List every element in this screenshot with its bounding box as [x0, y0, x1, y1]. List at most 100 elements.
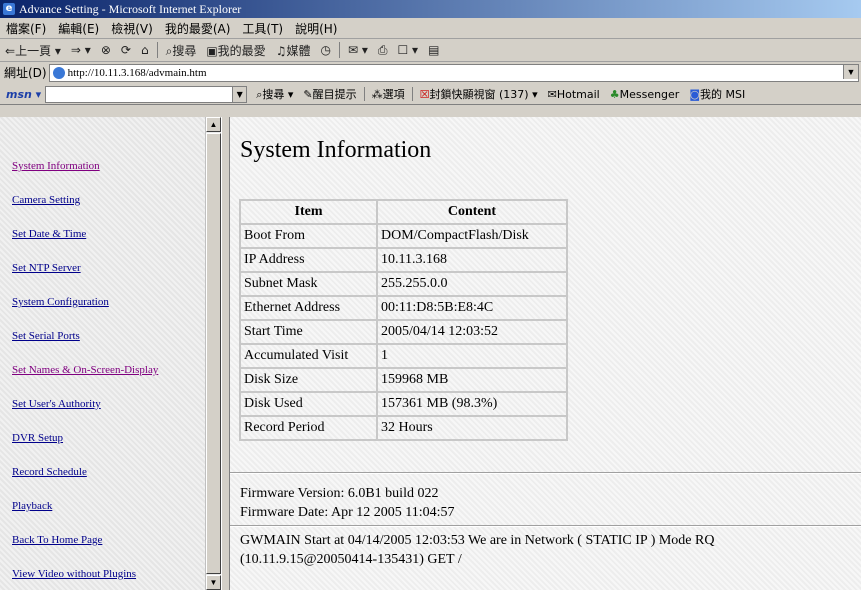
msn-toolbar: msn ▾ ▼ ⌕搜尋 ▾ ✎醒目提示 ⁂選項 ☒封鎖快顯視窗 (137) ▾ …	[0, 84, 861, 105]
content-cell: 159968 MB	[377, 368, 567, 392]
media-label: 媒體	[286, 43, 311, 58]
table-header-row: Item Content	[240, 200, 567, 224]
firmware-version: Firmware Version: 6.0B1 build 022	[240, 486, 439, 501]
system-info-table: Item Content Boot From DOM/CompactFlash/D…	[239, 199, 568, 441]
refresh-button[interactable]: ⟳	[116, 43, 136, 57]
discuss-button[interactable]: ▤	[423, 43, 444, 57]
messenger-button[interactable]: ♣Messenger	[605, 88, 685, 101]
scroll-up-button[interactable]: ▲	[206, 117, 221, 132]
msn-search-button[interactable]: ⌕搜尋 ▾	[251, 86, 298, 102]
nav-set-names-osd[interactable]: Set Names & On-Screen-Display	[12, 364, 158, 376]
content-cell: 255.255.0.0	[377, 272, 567, 296]
table-row: Record Period 32 Hours	[240, 416, 567, 440]
content-cell: DOM/CompactFlash/Disk	[377, 224, 567, 248]
toolbar-separator	[338, 42, 340, 58]
log-line: GWMAIN Start at 04/14/2005 12:03:53 We a…	[240, 533, 715, 548]
hotmail-button[interactable]: ✉Hotmail	[543, 88, 605, 101]
buddy-icon: ♣	[609, 87, 620, 101]
triangle-up-icon: ▲	[209, 120, 218, 129]
table-row: Accumulated Visit 1	[240, 344, 567, 368]
table-row: Disk Used 157361 MB (98.3%)	[240, 392, 567, 416]
menu-help[interactable]: 說明(H)	[289, 20, 343, 37]
window-title: Advance Setting - Microsoft Internet Exp…	[19, 1, 242, 16]
content-frame: System Information Item Content Boot Fro…	[230, 117, 861, 590]
edit-icon: ☐	[397, 43, 409, 57]
content-cell: 10.11.3.168	[377, 248, 567, 272]
highlighter-icon: ✎	[303, 88, 313, 101]
msn-search-dropdown[interactable]: ▼	[232, 86, 247, 102]
nav-set-user-authority[interactable]: Set User's Authority	[12, 398, 101, 410]
popup-blocker-button[interactable]: ☒封鎖快顯視窗 (137) ▾	[415, 86, 543, 102]
content-cell: 32 Hours	[377, 416, 567, 440]
history-button[interactable]: ◷	[315, 43, 335, 57]
nav-set-ntp-server[interactable]: Set NTP Server	[12, 262, 81, 274]
content-cell: 2005/04/14 12:03:52	[377, 320, 567, 344]
back-button[interactable]: ⇐上一頁 ▾	[0, 42, 66, 59]
triangle-down-icon: ▼	[209, 578, 218, 587]
menu-view[interactable]: 檢視(V)	[105, 20, 159, 37]
nav-set-date-time[interactable]: Set Date & Time	[12, 228, 86, 240]
nav-camera-setting[interactable]: Camera Setting	[12, 194, 80, 206]
msn-separator	[411, 87, 413, 101]
nav-scrollbar[interactable]: ▲ ▼	[205, 117, 222, 590]
content-cell: 157361 MB (98.3%)	[377, 392, 567, 416]
msn-options-button[interactable]: ⁂選項	[367, 86, 410, 102]
msn-search-input[interactable]: ▼	[45, 85, 248, 103]
nav-view-video-without-plugins[interactable]: View Video without Plugins	[12, 568, 136, 580]
table-row: Ethernet Address 00:11:D8:5B:E8:4C	[240, 296, 567, 320]
scroll-down-button[interactable]: ▼	[206, 575, 221, 590]
search-label: 搜尋	[172, 43, 197, 58]
mail-button[interactable]: ✉ ▾	[343, 43, 373, 57]
log-line: (10.11.9.15@20050414-135431) GET /	[240, 552, 462, 567]
back-label: 上一頁	[15, 43, 52, 58]
favorites-icon: ▣	[206, 43, 218, 58]
menu-tools[interactable]: 工具(T)	[236, 20, 289, 37]
nav-playback[interactable]: Playback	[12, 500, 52, 512]
scroll-thumb[interactable]	[206, 133, 221, 574]
divider	[230, 525, 861, 527]
menu-edit[interactable]: 編輯(E)	[52, 20, 105, 37]
mail-icon: ✉	[347, 43, 359, 57]
column-header-item: Item	[240, 200, 377, 224]
favorites-button[interactable]: ▣我的最愛	[201, 42, 270, 59]
forward-arrow-icon: ⇒	[70, 43, 81, 57]
forward-button[interactable]: ⇒ ▾	[66, 43, 96, 57]
menu-bar: 檔案(F) 編輯(E) 檢視(V) 我的最愛(A) 工具(T) 說明(H)	[0, 18, 861, 39]
search-button[interactable]: ⌕搜尋	[161, 42, 202, 59]
my-msn-button[interactable]: ◙我的 MSI	[684, 86, 750, 102]
print-button[interactable]: ⎙	[373, 43, 393, 58]
msn-highlight-button[interactable]: ✎醒目提示	[298, 86, 361, 102]
address-dropdown-button[interactable]: ▼	[843, 64, 858, 79]
firmware-date: Firmware Date: Apr 12 2005 11:04:57	[240, 505, 455, 520]
item-cell: Disk Used	[240, 392, 377, 416]
nav-record-schedule[interactable]: Record Schedule	[12, 466, 87, 478]
address-bar: 網址(D) http://10.11.3.168/advmain.htm ▼	[0, 62, 861, 83]
stop-button[interactable]: ⊗	[96, 43, 116, 57]
nav-system-configuration[interactable]: System Configuration	[12, 296, 109, 308]
nav-back-to-home[interactable]: Back To Home Page	[12, 534, 102, 546]
address-input[interactable]: http://10.11.3.168/advmain.htm ▼	[48, 63, 859, 82]
refresh-icon: ⟳	[120, 43, 131, 57]
toolbar-separator	[156, 42, 158, 58]
menu-favorites[interactable]: 我的最愛(A)	[159, 20, 237, 37]
msn-logo[interactable]: msn ▾	[0, 88, 45, 101]
nav-dvr-setup[interactable]: DVR Setup	[12, 432, 63, 444]
item-cell: Record Period	[240, 416, 377, 440]
server-log: GWMAIN Start at 04/14/2005 12:03:53 We a…	[240, 531, 855, 569]
page-icon	[52, 66, 65, 79]
edit-button[interactable]: ☐ ▾	[392, 43, 423, 57]
nav-system-information[interactable]: System Information	[12, 160, 100, 172]
msn-separator	[363, 87, 365, 101]
nav-set-serial-ports[interactable]: Set Serial Ports	[12, 330, 80, 342]
ie-logo-icon: e	[3, 3, 15, 15]
menu-file[interactable]: 檔案(F)	[0, 20, 52, 37]
discuss-icon: ▤	[428, 43, 440, 57]
item-cell: IP Address	[240, 248, 377, 272]
options-icon: ⁂	[371, 88, 383, 101]
media-icon: ♫	[275, 43, 287, 58]
standard-toolbar: ⇐上一頁 ▾ ⇒ ▾ ⊗ ⟳ ⌂ ⌕搜尋 ▣我的最愛 ♫媒體 ◷ ✉ ▾ ⎙ ☐…	[0, 39, 861, 62]
frame-splitter[interactable]	[221, 117, 230, 590]
home-button[interactable]: ⌂	[136, 43, 154, 57]
item-cell: Boot From	[240, 224, 377, 248]
media-button[interactable]: ♫媒體	[271, 42, 316, 59]
